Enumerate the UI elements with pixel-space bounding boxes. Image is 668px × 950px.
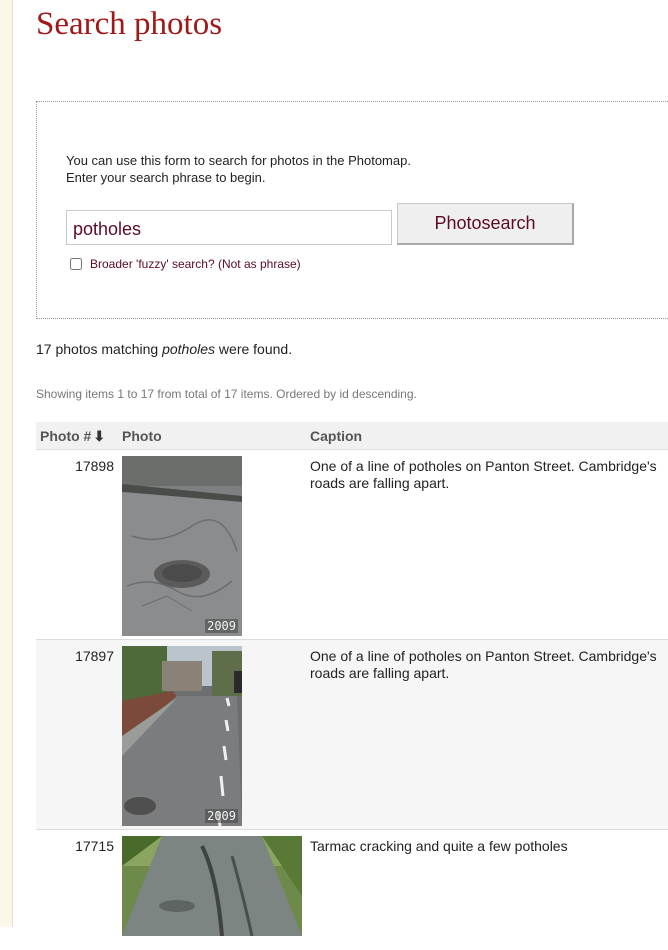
photo-caption: One of a line of potholes on Panton Stre…	[310, 648, 657, 681]
intro-line-2: Enter your search phrase to begin.	[66, 170, 266, 185]
intro-line-1: You can use this form to search for phot…	[66, 153, 411, 168]
photo-id: 17898	[75, 458, 114, 474]
photo-caption: One of a line of potholes on Panton Stre…	[310, 458, 657, 491]
search-intro: You can use this form to search for phot…	[66, 152, 411, 186]
photo-thumbnail[interactable]	[122, 836, 302, 936]
table-row: 17898 2009 One of a line of potholes on …	[36, 450, 668, 640]
results-table: Photo # ⬇ Photo Caption 17898 2009 One of…	[36, 422, 668, 950]
photo-year: 2009	[205, 809, 238, 823]
table-row: 17897 2009 One of a line of potholes on …	[36, 640, 668, 830]
down-arrow-icon[interactable]: ⬇	[93, 428, 105, 444]
photo-thumbnail[interactable]: 2009	[122, 456, 242, 636]
table-header: Photo # ⬇ Photo Caption	[36, 422, 668, 450]
header-photo: Photo	[122, 428, 162, 444]
search-form: You can use this form to search for phot…	[36, 101, 668, 319]
left-sidebar-strip	[0, 0, 13, 927]
pagination-info: Showing items 1 to 17 from total of 17 i…	[36, 387, 417, 401]
fuzzy-search-option[interactable]: Broader 'fuzzy' search? (Not as phrase)	[70, 257, 301, 271]
photosearch-button[interactable]: Photosearch	[397, 203, 574, 245]
table-row: 17715 Tarmac cracking and quite a few po…	[36, 830, 668, 950]
page-title: Search photos	[36, 6, 223, 42]
fuzzy-search-label: Broader 'fuzzy' search? (Not as phrase)	[90, 257, 301, 271]
results-count-suffix: were found.	[215, 341, 293, 357]
photo-caption: Tarmac cracking and quite a few potholes	[310, 838, 568, 854]
fuzzy-search-checkbox[interactable]	[70, 258, 82, 270]
header-photo-id-label: Photo #	[40, 428, 92, 444]
photo-id: 17715	[75, 838, 114, 854]
search-input[interactable]	[66, 210, 392, 245]
results-count-prefix: 17 photos matching	[36, 341, 163, 357]
header-photo-id[interactable]: Photo # ⬇	[40, 428, 105, 445]
results-count-term: potholes	[162, 341, 216, 357]
photo-id: 17897	[75, 648, 114, 664]
photo-year: 2009	[205, 619, 238, 633]
results-count: 17 photos matching potholes were found.	[36, 341, 292, 357]
photo-thumbnail[interactable]: 2009	[122, 646, 242, 826]
header-caption: Caption	[310, 428, 363, 444]
